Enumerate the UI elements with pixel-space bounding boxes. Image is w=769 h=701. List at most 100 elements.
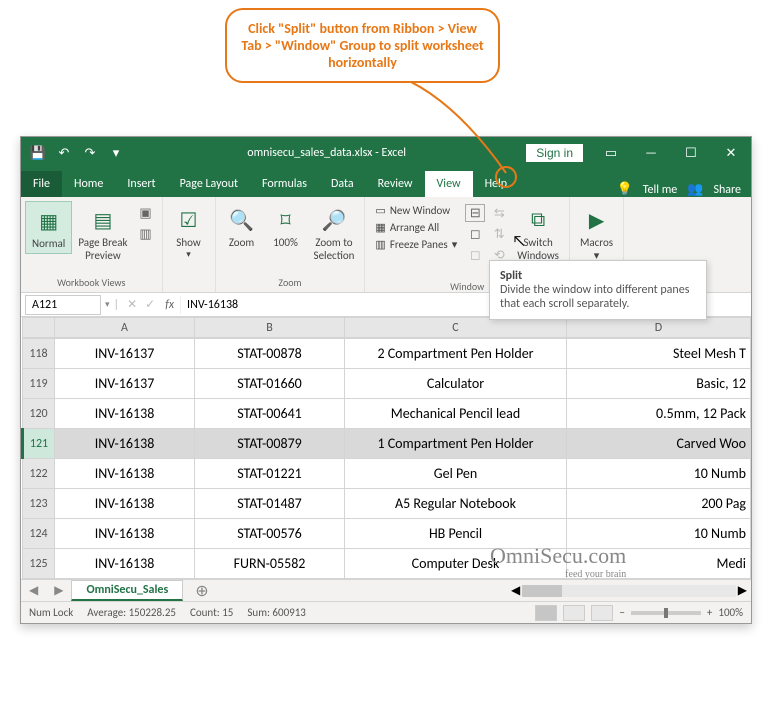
row-header[interactable]: 121 (23, 429, 55, 459)
tab-insert[interactable]: Insert (115, 171, 167, 197)
cell[interactable]: HB Pencil (345, 519, 567, 549)
page-layout-status-button[interactable] (563, 605, 585, 621)
redo-icon[interactable]: ↷ (79, 142, 101, 164)
cell[interactable]: INV-16137 (55, 369, 195, 399)
zoom-level[interactable]: 100% (718, 606, 743, 619)
cell[interactable]: Computer Desk (345, 549, 567, 579)
zoom-slider[interactable] (631, 611, 701, 615)
row-header[interactable]: 125 (23, 549, 55, 579)
tab-file[interactable]: File (21, 171, 62, 197)
page-layout-icon[interactable]: ▣ (136, 204, 156, 222)
cell[interactable]: FURN-05582 (195, 549, 345, 579)
name-box[interactable]: A121 (25, 295, 101, 315)
qat-dropdown-icon[interactable]: ▾ (105, 142, 127, 164)
cell[interactable]: STAT-00878 (195, 339, 345, 369)
cell[interactable]: 200 Pag (567, 489, 751, 519)
table-row[interactable]: 121INV-16138STAT-008791 Compartment Pen … (23, 429, 751, 459)
cell[interactable]: Carved Woo (567, 429, 751, 459)
zoom-out-button[interactable]: − (619, 606, 624, 619)
view-side-by-side-icon[interactable]: ⇆ (489, 204, 509, 222)
page-break-button[interactable]: ▤Page Break Preview (72, 201, 133, 265)
close-icon[interactable]: ✕ (711, 137, 751, 169)
cell[interactable]: 0.5mm, 12 Pack (567, 399, 751, 429)
freeze-panes-button[interactable]: ▥Freeze Panes ▾ (373, 237, 459, 252)
col-header-d[interactable]: D (567, 318, 751, 338)
cell[interactable]: 1 Compartment Pen Holder (345, 429, 567, 459)
horizontal-scrollbar[interactable]: ◀▶ (511, 583, 751, 598)
table-row[interactable]: 119INV-16137STAT-01660CalculatorBasic, 1… (23, 369, 751, 399)
cell[interactable]: INV-16138 (55, 429, 195, 459)
cell[interactable]: Mechanical Pencil lead (345, 399, 567, 429)
table-row[interactable]: 118INV-16137STAT-008782 Compartment Pen … (23, 339, 751, 369)
cell[interactable]: STAT-00576 (195, 519, 345, 549)
table-row[interactable]: 123INV-16138STAT-01487A5 Regular Noteboo… (23, 489, 751, 519)
cell[interactable]: STAT-00879 (195, 429, 345, 459)
cell[interactable]: 10 Numb (567, 519, 751, 549)
col-header-c[interactable]: C (345, 318, 567, 338)
signin-button[interactable]: Sign in (526, 144, 583, 162)
table-row[interactable]: 122INV-16138STAT-01221Gel Pen10 Numb (23, 459, 751, 489)
new-window-button[interactable]: ▭New Window (373, 203, 459, 218)
row-header[interactable]: 118 (23, 339, 55, 369)
cell[interactable]: Calculator (345, 369, 567, 399)
arrange-all-button[interactable]: ▦Arrange All (373, 220, 459, 235)
cell[interactable]: Medi (567, 549, 751, 579)
ribbon-options-icon[interactable]: ▭ (591, 137, 631, 169)
cell[interactable]: A5 Regular Notebook (345, 489, 567, 519)
col-header-a[interactable]: A (55, 318, 195, 338)
cell[interactable]: STAT-01487 (195, 489, 345, 519)
minimize-icon[interactable]: — (631, 137, 671, 169)
tab-formulas[interactable]: Formulas (250, 171, 319, 197)
zoom-100-button[interactable]: ⌑100% (264, 201, 308, 252)
row-header[interactable]: 120 (23, 399, 55, 429)
tab-page-layout[interactable]: Page Layout (168, 171, 250, 197)
cell[interactable]: 10 Numb (567, 459, 751, 489)
cell[interactable]: INV-16138 (55, 399, 195, 429)
table-row[interactable]: 120INV-16138STAT-00641Mechanical Pencil … (23, 399, 751, 429)
zoom-selection-button[interactable]: 🔎Zoom to Selection (308, 201, 361, 265)
zoom-in-button[interactable]: + (707, 606, 712, 619)
custom-views-icon[interactable]: ▥ (136, 225, 156, 243)
fx-icon[interactable]: fx (159, 298, 180, 312)
zoom-button[interactable]: 🔍Zoom (220, 201, 264, 252)
new-sheet-button[interactable]: ⊕ (183, 581, 220, 601)
cancel-icon[interactable]: ✕ (123, 297, 141, 312)
save-icon[interactable]: 💾 (27, 142, 49, 164)
share-label[interactable]: Share (713, 183, 741, 197)
tab-data[interactable]: Data (319, 171, 366, 197)
tell-me-label[interactable]: Tell me (643, 183, 678, 197)
maximize-icon[interactable]: ☐ (671, 137, 711, 169)
sheet-nav-next[interactable]: ▶ (46, 583, 71, 598)
normal-view-status-button[interactable] (535, 605, 557, 621)
cell[interactable]: INV-16138 (55, 459, 195, 489)
worksheet-grid[interactable]: A B C D 118INV-16137STAT-008782 Compartm… (21, 317, 751, 579)
cell[interactable]: Gel Pen (345, 459, 567, 489)
cell[interactable]: INV-16138 (55, 549, 195, 579)
row-header[interactable]: 122 (23, 459, 55, 489)
select-all-corner[interactable] (23, 318, 55, 338)
page-break-status-button[interactable] (591, 605, 613, 621)
cell[interactable]: 2 Compartment Pen Holder (345, 339, 567, 369)
sync-scroll-icon[interactable]: ⇅ (489, 225, 509, 243)
cell[interactable]: Steel Mesh T (567, 339, 751, 369)
macros-button[interactable]: ▶Macros ▾ (574, 201, 619, 265)
cell[interactable]: STAT-01221 (195, 459, 345, 489)
cell[interactable]: INV-16138 (55, 489, 195, 519)
cell[interactable]: Basic, 12 (567, 369, 751, 399)
undo-icon[interactable]: ↶ (53, 142, 75, 164)
cell[interactable]: INV-16137 (55, 339, 195, 369)
normal-view-button[interactable]: ▦Normal (25, 201, 72, 254)
cell[interactable]: INV-16138 (55, 519, 195, 549)
share-icon[interactable]: 👥 (687, 182, 703, 197)
enter-icon[interactable]: ✓ (141, 297, 159, 312)
table-row[interactable]: 125INV-16138FURN-05582Computer DeskMedi (23, 549, 751, 579)
hide-window-icon[interactable]: ◻ (465, 225, 485, 243)
show-button[interactable]: ☑Show▾ (167, 201, 211, 263)
sheet-nav-prev[interactable]: ◀ (21, 583, 46, 598)
unhide-window-icon[interactable]: ◻ (465, 246, 485, 264)
row-header[interactable]: 124 (23, 519, 55, 549)
tab-home[interactable]: Home (62, 171, 115, 197)
table-row[interactable]: 124INV-16138STAT-00576HB Pencil10 Numb (23, 519, 751, 549)
sheet-tab-active[interactable]: OmniSecu_Sales (71, 580, 183, 601)
cell[interactable]: STAT-01660 (195, 369, 345, 399)
